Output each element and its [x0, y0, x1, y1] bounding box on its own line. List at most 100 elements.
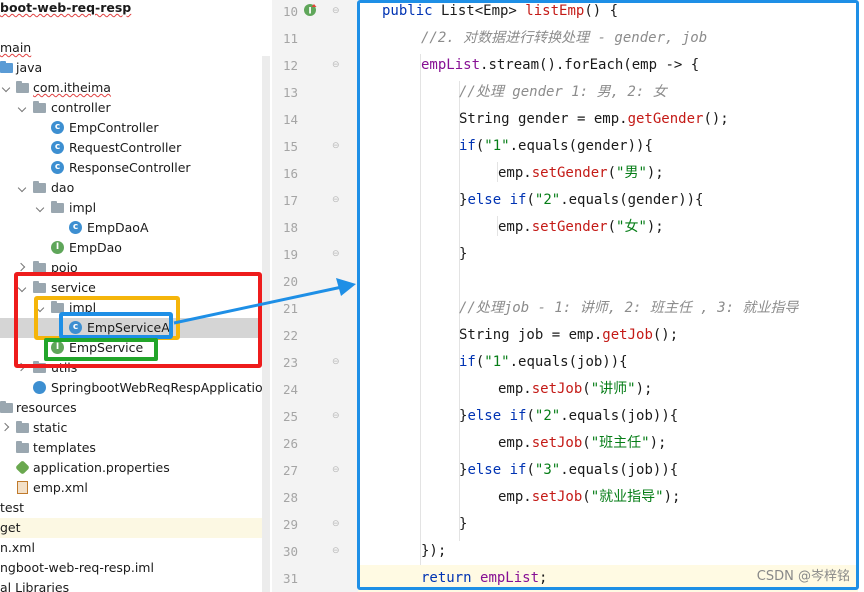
tree-label: static: [33, 420, 68, 435]
line-number: 24: [282, 382, 298, 397]
line-number: 29: [282, 517, 298, 532]
chevron-down-icon[interactable]: [18, 178, 28, 198]
tree-label: EmpDao: [69, 240, 122, 255]
chevron-down-icon[interactable]: [18, 98, 28, 118]
tree-label: n.xml: [0, 540, 35, 555]
blue-highlight-box: [59, 312, 173, 339]
fold-marker-icon[interactable]: ⊖: [332, 52, 342, 79]
interface-icon: I: [51, 238, 65, 258]
package-icon: [51, 198, 65, 218]
svg-text:I: I: [308, 7, 311, 17]
tree-label: com.itheima: [33, 80, 111, 95]
tree-item-empdaoa[interactable]: c EmpDaoA: [0, 218, 270, 238]
tree-label: test: [0, 500, 25, 515]
tree-label: ResponseController: [69, 160, 191, 175]
tree-item-resources[interactable]: resources: [0, 398, 270, 418]
fold-marker-icon[interactable]: ⊖: [332, 403, 342, 430]
resources-folder-icon: [0, 398, 14, 418]
tree-item-iml[interactable]: ngboot-web-req-resp.iml: [0, 558, 270, 578]
line-number: 19: [282, 247, 298, 262]
tree-item-empdao[interactable]: I EmpDao: [0, 238, 270, 258]
properties-icon: [16, 458, 30, 478]
class-icon: c: [69, 218, 83, 238]
source-folder-icon: [0, 58, 14, 78]
tree-scrollbar[interactable]: [262, 56, 270, 592]
class-icon: c: [51, 118, 65, 138]
tree-label: al Libraries: [0, 580, 70, 592]
package-icon: [16, 78, 30, 98]
line-number: 16: [282, 166, 298, 181]
tree-item-static[interactable]: static: [0, 418, 270, 438]
tree-label: ngboot-web-req-resp.iml: [0, 560, 154, 575]
line-number: 26: [282, 436, 298, 451]
class-icon: c: [51, 138, 65, 158]
tree-item-dao[interactable]: dao: [0, 178, 270, 198]
tree-item-pom[interactable]: n.xml: [0, 538, 270, 558]
line-number: 13: [282, 85, 298, 100]
tree-label: dao: [51, 180, 75, 195]
tree-label: templates: [33, 440, 96, 455]
tree-label: SpringbootWebReqRespApplication: [51, 380, 270, 395]
fold-marker-icon[interactable]: ⊖: [332, 133, 342, 160]
tree-label: resources: [16, 400, 77, 415]
spring-app-icon: [33, 378, 47, 398]
tree-item-responsecontroller[interactable]: c ResponseController: [0, 158, 270, 178]
xml-file-icon: [16, 478, 30, 498]
line-number: 31: [282, 571, 298, 586]
tree-label: RequestController: [69, 140, 182, 155]
chevron-right-icon[interactable]: [2, 418, 12, 438]
line-number: 23: [282, 355, 298, 370]
fold-marker-icon[interactable]: ⊖: [332, 187, 342, 214]
override-marker-icon[interactable]: I: [303, 3, 317, 17]
editor-highlight-box: [357, 0, 859, 590]
fold-marker-icon[interactable]: ⊖: [332, 538, 342, 565]
tree-item-templates[interactable]: templates: [0, 438, 270, 458]
fold-marker-icon[interactable]: ⊖: [332, 511, 342, 538]
tree-item-application[interactable]: SpringbootWebReqRespApplication: [0, 378, 270, 398]
line-number: 10: [282, 4, 298, 19]
tree-item-external-libraries[interactable]: al Libraries: [0, 578, 270, 592]
watermark: CSDN @岑梓铭: [756, 569, 850, 584]
line-number: 22: [282, 328, 298, 343]
line-number: 27: [282, 463, 298, 478]
project-title: boot-web-req-resp: [0, 0, 132, 15]
tree-item-requestcontroller[interactable]: c RequestController: [0, 138, 270, 158]
chevron-down-icon[interactable]: [36, 198, 46, 218]
tree-label: main: [0, 40, 32, 55]
line-number: 21: [282, 301, 298, 316]
tree-label: java: [16, 60, 43, 75]
fold-marker-icon[interactable]: ⊖: [332, 349, 342, 376]
green-highlight-box: [44, 338, 158, 361]
line-number: 20: [282, 274, 298, 289]
line-number: 17: [282, 193, 298, 208]
project-title-row[interactable]: boot-web-req-resp: [0, 0, 270, 18]
line-number: 18: [282, 220, 298, 235]
folder-icon: [16, 418, 30, 438]
tree-label: EmpDaoA: [87, 220, 149, 235]
tree-label: emp.xml: [33, 480, 88, 495]
tree-item-dao-impl[interactable]: impl: [0, 198, 270, 218]
package-icon: [33, 178, 47, 198]
tree-item-java[interactable]: java: [0, 58, 270, 78]
tree-label: application.properties: [33, 460, 170, 475]
tree-item-controller[interactable]: controller: [0, 98, 270, 118]
line-number: 15: [282, 139, 298, 154]
tree-item-main[interactable]: main: [0, 38, 270, 58]
tree-label: EmpController: [69, 120, 159, 135]
tree-item-com-itheima[interactable]: com.itheima: [0, 78, 270, 98]
tree-item-application-properties[interactable]: application.properties: [0, 458, 270, 478]
tree-item-test[interactable]: test: [0, 498, 270, 518]
tree-item-target[interactable]: get: [0, 518, 270, 538]
line-number: 30: [282, 544, 298, 559]
line-number: 25: [282, 409, 298, 424]
package-icon: [33, 98, 47, 118]
tree-item-empcontroller[interactable]: c EmpController: [0, 118, 270, 138]
line-number: 12: [282, 58, 298, 73]
fold-marker-icon[interactable]: ⊖: [332, 457, 342, 484]
fold-marker-icon[interactable]: ⊖: [332, 241, 342, 268]
chevron-down-icon[interactable]: [2, 78, 12, 98]
fold-marker-icon[interactable]: ⊖: [332, 0, 342, 25]
tree-item-emp-xml[interactable]: emp.xml: [0, 478, 270, 498]
line-number: 14: [282, 112, 298, 127]
tree-label: controller: [51, 100, 111, 115]
